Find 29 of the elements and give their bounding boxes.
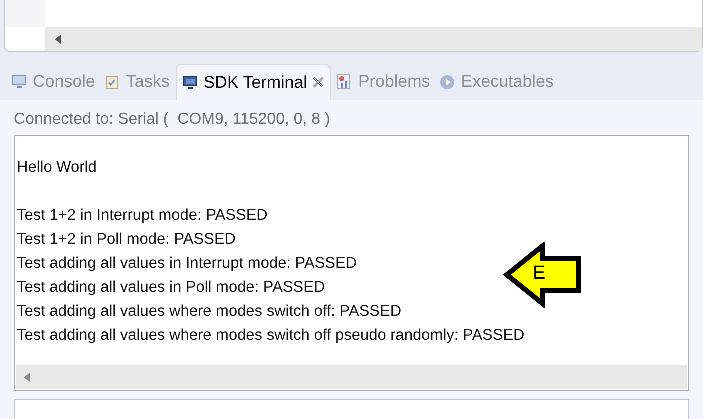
terminal-line: Test adding all values in Interrupt mode: PASSED	[17, 254, 358, 274]
tab[interactable]: SDK Terminal	[176, 64, 332, 100]
scroll-left-icon[interactable]	[24, 372, 30, 382]
monitor-icon	[182, 76, 198, 90]
chart-icon	[337, 74, 352, 90]
tab[interactable]: Executables	[436, 64, 558, 100]
tab[interactable]: Console	[8, 64, 100, 100]
tab-label: Tasks	[126, 71, 170, 94]
tab-label: Problems	[358, 71, 430, 94]
close-icon[interactable]	[313, 77, 324, 88]
horizontal-scrollbar[interactable]	[45, 27, 702, 51]
monitor-icon	[12, 75, 27, 89]
horizontal-scrollbar[interactable]	[16, 365, 687, 389]
terminal-line: Hello World	[17, 158, 97, 178]
callout-label: E	[533, 263, 546, 285]
terminal-line: Test adding all values where modes switch off pseudo randomly: PASSED	[17, 326, 525, 346]
tab-label: Executables	[461, 71, 554, 94]
tab-label: Console	[33, 71, 96, 94]
scroll-left-icon[interactable]	[55, 34, 61, 44]
tab-label: SDK Terminal	[204, 72, 308, 94]
tab[interactable]: Tasks	[101, 64, 174, 100]
play-icon	[440, 74, 456, 90]
terminal-line: Test 1+2 in Poll mode: PASSED	[17, 230, 236, 250]
tab[interactable]: Problems	[333, 64, 434, 100]
connection-status: Connected to: Serial ( COM9, 115200, 0, 8 )	[14, 110, 332, 130]
terminal-line: Test adding all values in Poll mode: PASSED	[17, 278, 326, 298]
clipboard-icon	[105, 74, 120, 90]
terminal-line: Test adding all values where modes switch off: PASSED	[17, 302, 402, 322]
terminal-line: Test 1+2 in Interrupt mode: PASSED	[17, 206, 268, 226]
